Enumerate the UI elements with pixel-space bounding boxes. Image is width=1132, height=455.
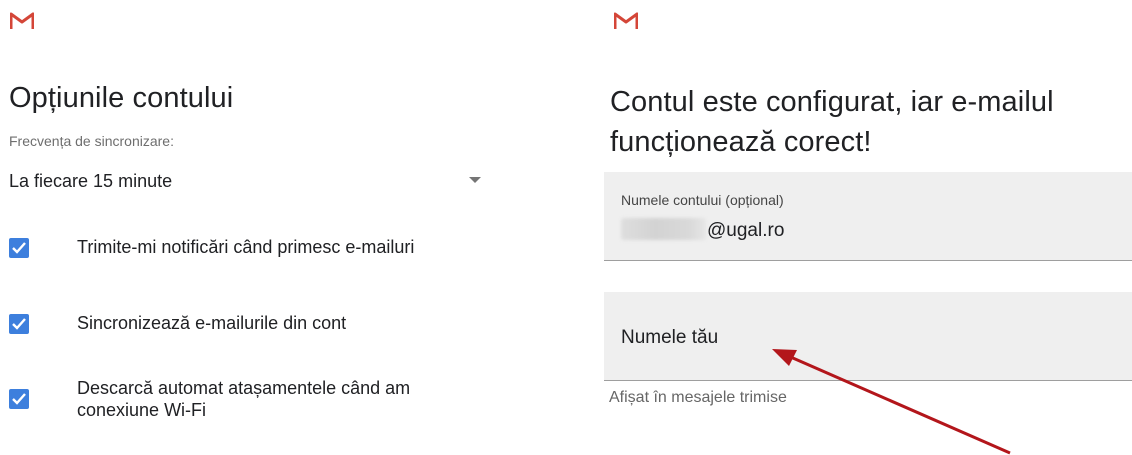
annotation-arrow-icon <box>772 349 1011 455</box>
